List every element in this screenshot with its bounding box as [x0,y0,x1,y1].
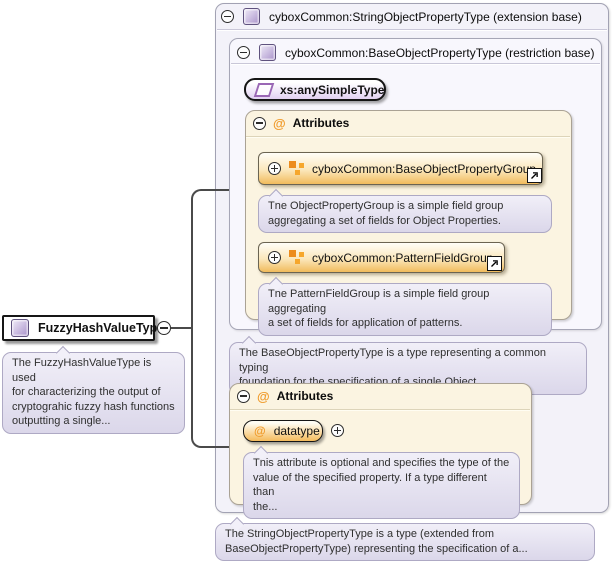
datatype-doc-tooltip: This attribute is optional and specifies… [243,452,520,519]
pattern-field-group-box[interactable]: cyboxCommon:PatternFieldGroup [258,242,505,273]
complex-type-icon [243,8,260,25]
attribute-at-icon: @ [254,425,266,437]
connector-line [171,327,192,329]
attribute-group-icon [289,250,304,265]
expand-icon[interactable] [331,424,344,437]
group-label: cyboxCommon:BaseObjectPropertyGroup [312,162,536,176]
divider [230,409,530,411]
simple-type-icon [254,83,275,97]
base-object-property-group-box[interactable]: cyboxCommon:BaseObjectPropertyGroup [258,152,543,185]
element-label: FuzzyHashValueType [38,321,164,335]
collapse-icon[interactable] [237,390,250,403]
collapse-icon[interactable] [253,117,266,130]
inner-type-label: cyboxCommon:BaseObjectPropertyType (rest… [285,46,594,60]
attribute-label: datatype [274,424,320,438]
element-doc-tooltip: The FuzzyHashValueType is used for chara… [2,352,185,434]
divider [246,136,570,138]
attributes-header-1: @ Attributes [253,116,349,130]
datatype-attribute-pill[interactable]: @ datatype [243,420,323,442]
outer-type-label: cyboxCommon:StringObjectPropertyType (ex… [269,10,582,24]
attribute-at-icon: @ [273,117,286,130]
expand-icon[interactable] [268,162,281,175]
outer-type-header: cyboxCommon:StringObjectPropertyType (ex… [221,8,582,25]
simple-type-label: xs:anySimpleType [280,83,384,97]
any-simple-type-pill[interactable]: xs:anySimpleType [244,78,386,101]
attribute-at-icon: @ [257,390,270,403]
divider [217,29,607,31]
divider [231,63,600,65]
complex-type-icon [259,44,276,61]
attribute-group-icon [289,161,304,176]
fuzzy-hash-value-type-box[interactable]: FuzzyHashValueType [2,315,155,341]
group-doc-tooltip: The ObjectPropertyGroup is a simple fiel… [258,195,552,233]
goto-definition-icon[interactable] [487,256,502,271]
group-label: cyboxCommon:PatternFieldGroup [312,251,493,265]
attributes-label: Attributes [277,389,334,403]
string-type-doc-tooltip: The StringObjectPropertyType is a type (… [215,523,595,561]
complex-type-icon [11,319,29,337]
goto-definition-icon[interactable] [527,168,542,183]
collapse-icon[interactable] [221,10,234,23]
collapse-icon[interactable] [157,321,171,335]
expand-icon[interactable] [268,251,281,264]
collapse-icon[interactable] [237,46,250,59]
group-doc-tooltip: The PatternFieldGroup is a simple field … [258,283,552,336]
attributes-header-2: @ Attributes [237,389,333,403]
attributes-label: Attributes [293,116,350,130]
inner-type-header: cyboxCommon:BaseObjectPropertyType (rest… [237,44,594,61]
schema-diagram: cyboxCommon:StringObjectPropertyType (ex… [0,0,613,562]
